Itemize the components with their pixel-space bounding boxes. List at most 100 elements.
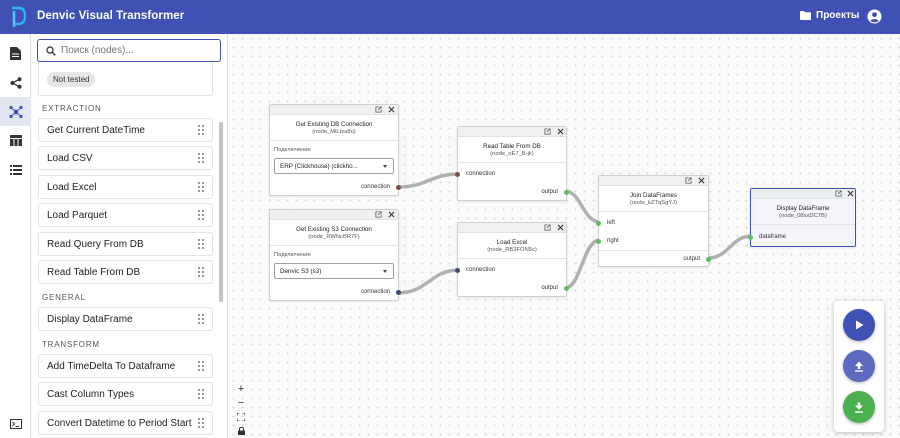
palette-item-get-current-datetime[interactable]: Get Current DateTime: [38, 118, 213, 142]
drag-handle-icon[interactable]: [198, 314, 204, 324]
close-icon[interactable]: [388, 106, 395, 113]
caret-down-icon: [383, 270, 387, 273]
zoom-out-button[interactable]: −: [234, 396, 248, 410]
node-join-dataframes[interactable]: Join DataFrames (node_kZTqSgYJ) left rig…: [596, 175, 711, 267]
zoom-in-button[interactable]: +: [234, 382, 248, 396]
open-external-icon[interactable]: [375, 106, 382, 113]
node-header: [599, 176, 708, 186]
rail-terminal-button[interactable]: [0, 409, 31, 438]
flow-canvas[interactable]: Get Existing DB Connection (node_MiLtza8…: [229, 34, 900, 438]
palette-item-read-table-from-db[interactable]: Read Table From DB: [38, 260, 213, 284]
edge-db-to-readtable[interactable]: [396, 172, 461, 189]
folder-icon: [800, 11, 811, 20]
download-button[interactable]: [843, 391, 875, 423]
node-get-s3-connection[interactable]: Get Existing S3 Connection (node_RWNcBR7…: [269, 209, 401, 301]
drag-handle-icon[interactable]: [198, 153, 204, 163]
input-port[interactable]: [748, 235, 753, 240]
palette-item-convert-datetime[interactable]: Convert Datetime to Period Start: [38, 411, 213, 435]
zoom-controls: + −: [234, 382, 248, 438]
node-header: [751, 189, 855, 199]
node-header: [270, 210, 398, 220]
node-palette: Not tested EXTRACTION Get Current DateTi…: [32, 34, 228, 438]
item-label: Convert Datetime to Period Start: [47, 417, 192, 429]
play-icon: [855, 320, 863, 330]
drag-handle-icon[interactable]: [198, 418, 204, 428]
output-port[interactable]: [564, 190, 569, 195]
palette-item-add-timedelta[interactable]: Add TimeDelta To Dataframe: [38, 354, 213, 378]
item-label: Load Parquet: [47, 209, 108, 221]
drag-handle-icon[interactable]: [198, 239, 204, 249]
close-icon[interactable]: [557, 224, 564, 231]
drag-handle-icon[interactable]: [198, 125, 204, 135]
edge-loadexcel-to-join[interactable]: [564, 238, 601, 290]
upload-button[interactable]: [843, 350, 875, 382]
edge-s3-to-loadexcel[interactable]: [396, 268, 461, 295]
run-button[interactable]: [843, 309, 875, 341]
partial-node-card[interactable]: Not tested: [38, 56, 213, 96]
input-port[interactable]: [455, 172, 460, 177]
edge-join-to-display[interactable]: [707, 234, 753, 260]
output-port[interactable]: [396, 185, 401, 190]
rail-documents-button[interactable]: [0, 39, 31, 68]
open-external-icon[interactable]: [375, 211, 382, 218]
item-label: Display DataFrame: [47, 313, 133, 325]
close-icon[interactable]: [847, 190, 854, 197]
open-external-icon[interactable]: [835, 190, 842, 197]
node-load-excel[interactable]: Load Excel (node_RB3FON5c) connection ou…: [455, 222, 569, 297]
rail-graph-button[interactable]: [0, 97, 31, 126]
drag-handle-icon[interactable]: [198, 361, 204, 371]
item-label: Add TimeDelta To Dataframe: [47, 360, 176, 372]
palette-item-load-parquet[interactable]: Load Parquet: [38, 203, 213, 227]
account-icon[interactable]: [867, 9, 882, 24]
palette-item-read-query-from-db[interactable]: Read Query From DB: [38, 232, 213, 256]
output-port[interactable]: [564, 286, 569, 291]
drag-handle-icon[interactable]: [198, 182, 204, 192]
node-title: Load Excel: [496, 239, 528, 246]
rail-share-button[interactable]: [0, 68, 31, 97]
open-external-icon[interactable]: [544, 128, 551, 135]
close-icon[interactable]: [557, 128, 564, 135]
input-label-left: left: [607, 220, 616, 226]
close-icon[interactable]: [698, 177, 705, 184]
download-icon: [855, 402, 863, 413]
sidebar-scrollbar[interactable]: [219, 122, 223, 302]
palette-item-load-csv[interactable]: Load CSV: [38, 146, 213, 170]
input-label: dataframe: [759, 234, 787, 240]
node-read-table-from-db[interactable]: Read Table From DB (node_oE7_B-jk) conne…: [455, 126, 569, 201]
input-label: connection: [466, 267, 496, 273]
open-external-icon[interactable]: [685, 177, 692, 184]
node-display-dataframe[interactable]: Display DataFrame (node_08sxDC7B) datafr…: [748, 188, 856, 247]
rail-list-button[interactable]: [0, 155, 31, 184]
drag-handle-icon[interactable]: [198, 267, 204, 277]
connection-select[interactable]: ERP (Clickhouse) (clickho...: [274, 158, 394, 174]
output-port[interactable]: [706, 257, 711, 262]
fit-view-icon: [237, 413, 245, 421]
node-header: [458, 223, 566, 233]
palette-item-display-dataframe[interactable]: Display DataFrame: [38, 307, 213, 331]
input-port[interactable]: [455, 268, 460, 273]
node-get-db-connection[interactable]: Get Existing DB Connection (node_MiLtza8…: [269, 104, 401, 196]
input-port-left[interactable]: [596, 221, 601, 226]
output-port[interactable]: [396, 290, 401, 295]
node-id: (node_RB3FON5c): [487, 247, 537, 253]
node-id: (node_08sxDC7B): [779, 213, 827, 219]
palette-item-cast-column-types[interactable]: Cast Column Types: [38, 382, 213, 406]
drag-handle-icon[interactable]: [198, 389, 204, 399]
edge-readtable-to-join[interactable]: [564, 189, 601, 224]
connection-select[interactable]: Denvic S3 (s3): [274, 263, 394, 279]
output-label: output: [541, 189, 558, 195]
fit-view-button[interactable]: [234, 410, 248, 424]
action-panel: [834, 301, 884, 432]
input-port-right[interactable]: [596, 239, 601, 244]
search-input[interactable]: [61, 45, 211, 56]
open-external-icon[interactable]: [544, 224, 551, 231]
node-header: [270, 105, 398, 115]
logo-icon: [12, 6, 26, 27]
projects-button[interactable]: Проекты: [800, 10, 859, 21]
search-field[interactable]: [37, 39, 221, 62]
palette-item-load-excel[interactable]: Load Excel: [38, 175, 213, 199]
close-icon[interactable]: [388, 211, 395, 218]
rail-table-button[interactable]: [0, 126, 31, 155]
lock-button[interactable]: [234, 424, 248, 438]
drag-handle-icon[interactable]: [198, 210, 204, 220]
